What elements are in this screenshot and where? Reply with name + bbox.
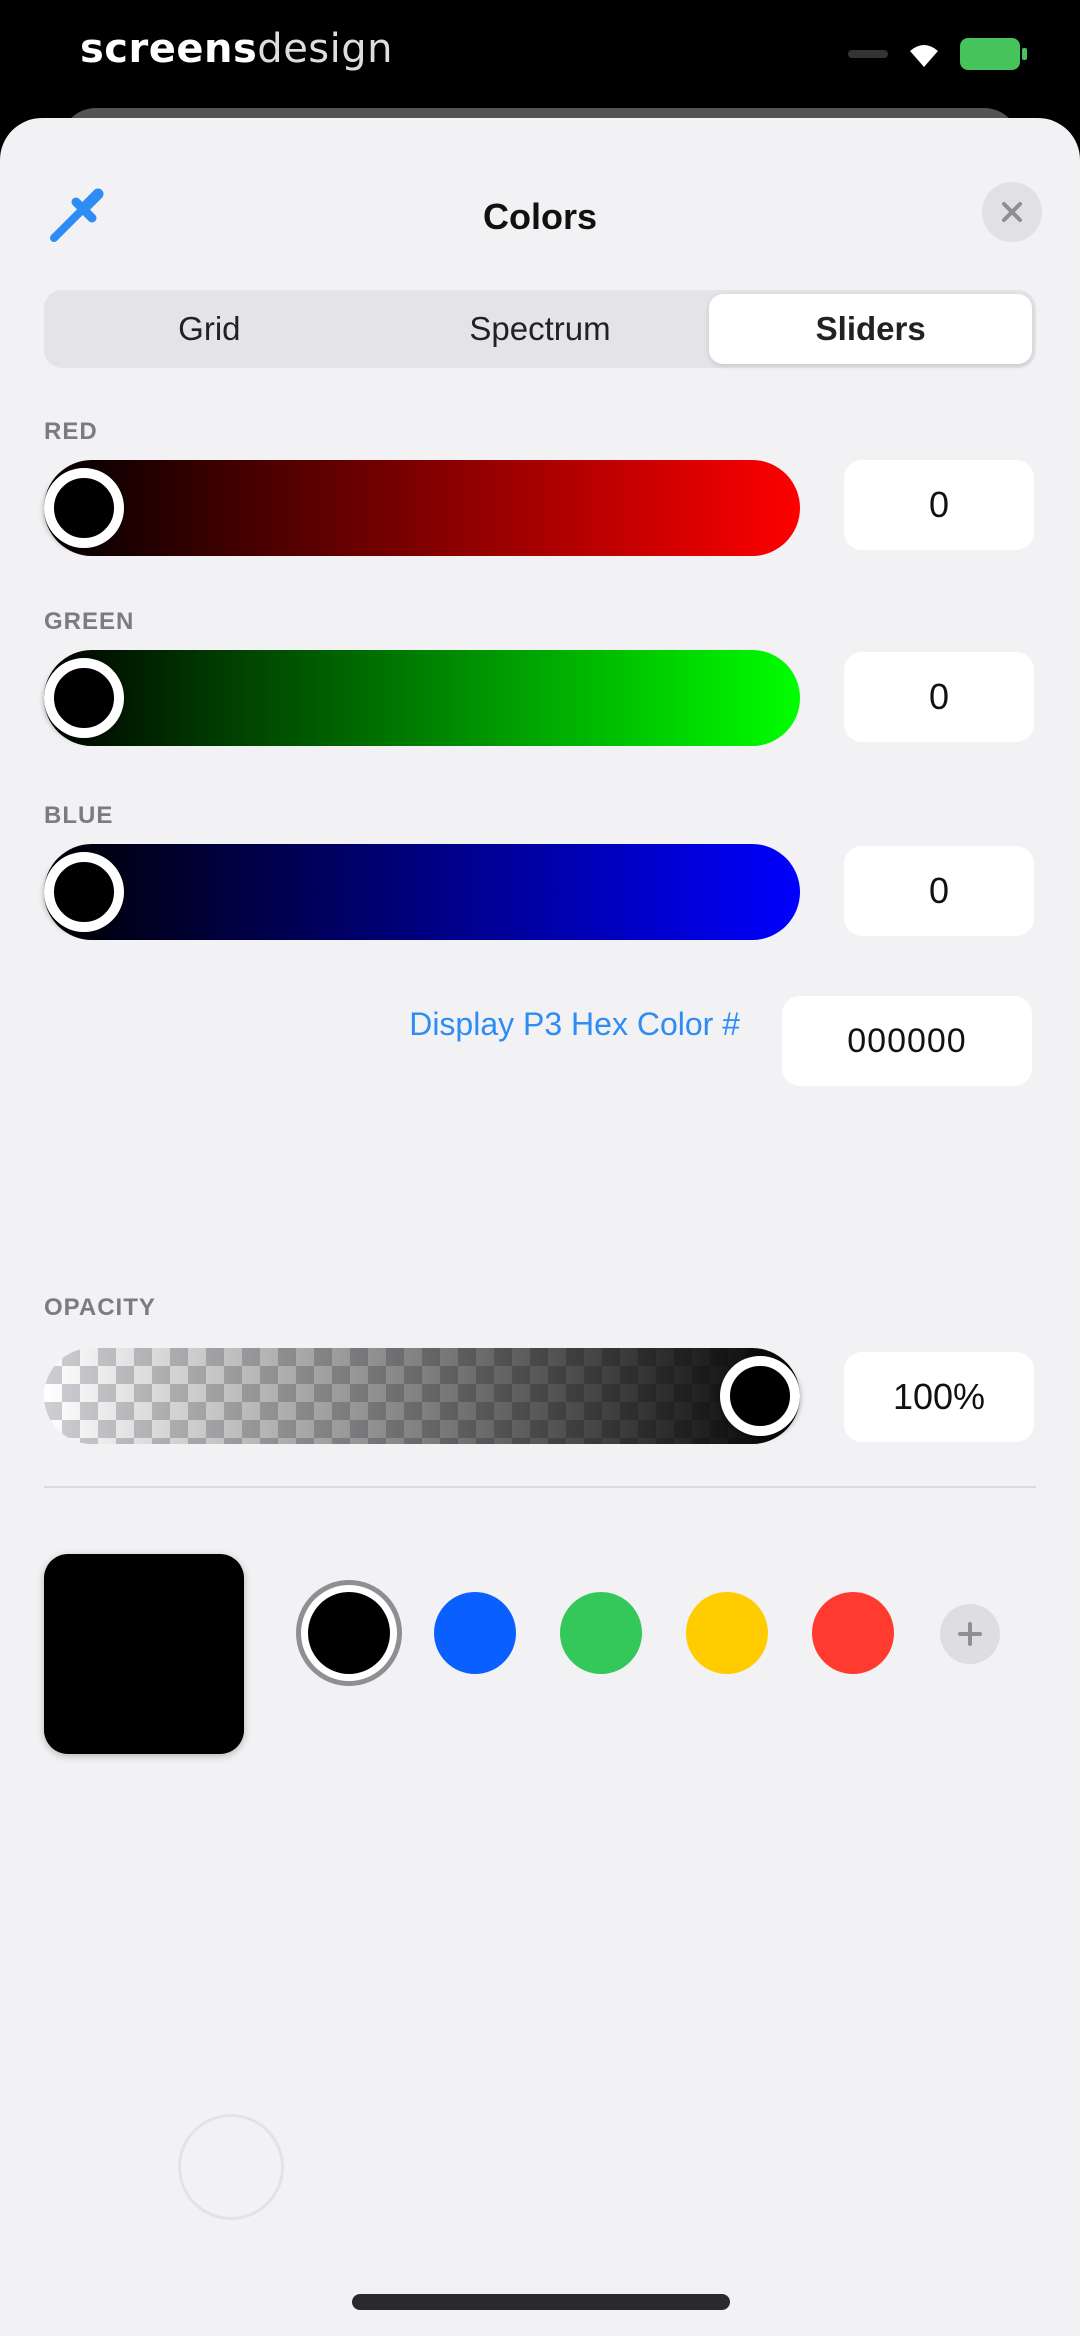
opacity-slider[interactable]	[44, 1348, 800, 1444]
green-slider-label: GREEN	[44, 608, 135, 635]
status-bar-title: screensdesign	[80, 26, 393, 72]
sheet-title: Colors	[482, 196, 597, 237]
current-color-swatch	[44, 1554, 244, 1754]
signal-icon	[848, 50, 888, 58]
red-value-field[interactable]: 0	[844, 460, 1034, 550]
red-slider[interactable]	[44, 460, 800, 556]
green-value-field[interactable]: 0	[844, 652, 1034, 742]
hex-color-field[interactable]: 000000	[782, 996, 1032, 1086]
preset-green[interactable]	[560, 1592, 642, 1674]
close-button[interactable]	[982, 182, 1042, 242]
blue-slider-label: BLUE	[44, 802, 114, 829]
close-icon	[1002, 202, 1022, 222]
hex-color-label[interactable]: Display P3 Hex Color #	[340, 1006, 740, 1043]
blue-value-field[interactable]: 0	[844, 846, 1034, 936]
opacity-slider-thumb[interactable]	[720, 1356, 800, 1436]
preset-red[interactable]	[812, 1592, 894, 1674]
green-slider[interactable]	[44, 650, 800, 746]
battery-icon	[960, 38, 1027, 70]
status-title-light: design	[257, 26, 393, 72]
mode-segmented-control: Grid Spectrum Sliders	[44, 290, 1036, 368]
add-preset-button[interactable]	[940, 1604, 1000, 1664]
home-indicator[interactable]	[352, 2294, 730, 2310]
tab-sliders[interactable]: Sliders	[709, 294, 1033, 364]
wifi-icon	[910, 45, 938, 67]
tab-spectrum[interactable]: Spectrum	[379, 294, 702, 364]
blue-slider[interactable]	[44, 844, 800, 940]
preset-yellow[interactable]	[686, 1592, 768, 1674]
status-title-bold: screens	[80, 26, 258, 72]
divider	[44, 1486, 1036, 1488]
red-slider-label: RED	[44, 418, 98, 445]
color-picker-sheet: Colors Grid Spectrum Sliders RED 0 GREEN…	[0, 118, 1080, 2336]
blue-slider-thumb[interactable]	[44, 852, 124, 932]
status-icons	[848, 38, 1027, 70]
sheet-header: Colors	[0, 118, 1080, 268]
red-slider-thumb[interactable]	[44, 468, 124, 548]
opacity-value-field[interactable]: 100%	[844, 1352, 1034, 1442]
preset-blue[interactable]	[434, 1592, 516, 1674]
faint-circle-icon	[178, 2114, 284, 2220]
opacity-slider-label: OPACITY	[44, 1294, 156, 1321]
tab-grid[interactable]: Grid	[48, 294, 371, 364]
plus-icon	[958, 1622, 982, 1646]
green-slider-thumb[interactable]	[44, 658, 124, 738]
status-bar: screensdesign	[0, 0, 1080, 110]
preset-black[interactable]	[308, 1592, 390, 1674]
